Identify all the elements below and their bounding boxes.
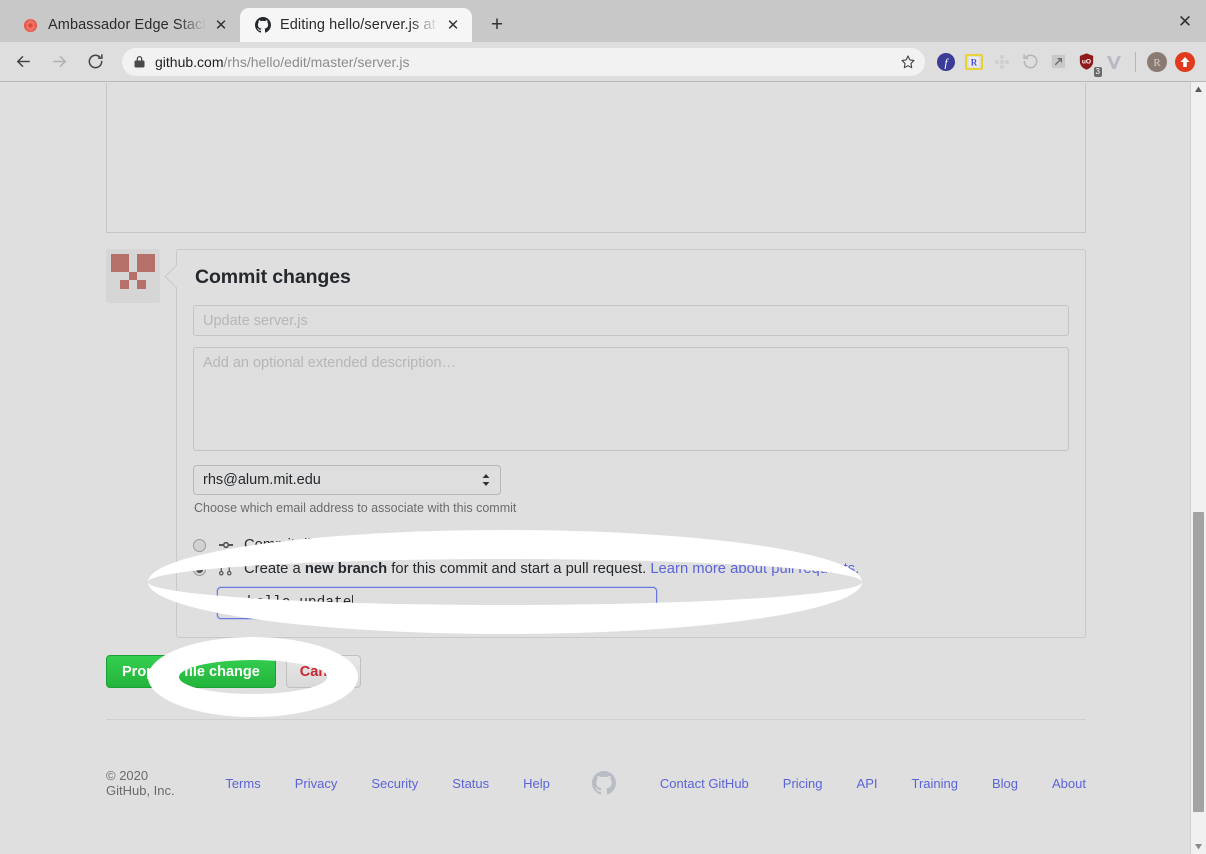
footer-copyright: © 2020 GitHub, Inc.	[106, 768, 175, 798]
commit-description-input[interactable]	[193, 347, 1069, 451]
url-path: /rhs/hello/edit/master/server.js	[223, 53, 410, 70]
github-mark-icon	[591, 771, 616, 795]
browser-toolbar: github.com/rhs/hello/edit/master/server.…	[0, 42, 1206, 82]
lock-icon	[134, 55, 145, 68]
git-commit-icon	[217, 537, 234, 553]
footer-link-about[interactable]: About	[1052, 776, 1086, 791]
file-editor-area[interactable]	[106, 83, 1086, 233]
footer-divider	[106, 719, 1086, 720]
ambassador-logo-icon	[22, 17, 39, 34]
toolbar-divider	[1135, 51, 1136, 72]
browser-tab-github-editing[interactable]: Editing hello/server.js at m ✕	[240, 8, 472, 42]
commit-email-value: rhs@alum.mit.edu	[203, 472, 321, 488]
f-extension-icon[interactable]: f	[933, 49, 959, 75]
browser-window: Ambassador Edge Stack E ✕ Editing hello/…	[0, 0, 1206, 854]
update-extension-icon[interactable]	[1172, 49, 1198, 75]
user-identicon-avatar	[106, 249, 160, 303]
option-text-before: Commit directly to the	[244, 537, 388, 553]
r-extension-icon[interactable]: R	[961, 49, 987, 75]
tab-strip: Ambassador Edge Stack E ✕ Editing hello/…	[0, 0, 1206, 42]
reload-button[interactable]	[80, 47, 110, 77]
github-edit-page: Commit changes rhs@alum.mit.edu Choose w…	[0, 82, 1192, 854]
ublock-origin-icon[interactable]: uO 3	[1073, 49, 1102, 77]
profile-avatar-icon[interactable]: R	[1144, 49, 1170, 75]
address-bar[interactable]: github.com/rhs/hello/edit/master/server.…	[122, 47, 925, 76]
footer-link-training[interactable]: Training	[912, 776, 958, 791]
cancel-button[interactable]: Cancel	[285, 655, 362, 688]
page-viewport: Commit changes rhs@alum.mit.edu Choose w…	[0, 82, 1206, 854]
svg-text:R: R	[971, 57, 978, 67]
resize-extension-icon[interactable]	[1045, 49, 1071, 75]
highlight-ellipse-new-branch-row	[148, 563, 862, 609]
vimium-icon[interactable]	[1101, 49, 1127, 75]
close-icon[interactable]: ✕	[212, 16, 230, 34]
url-host: github.com	[155, 53, 224, 70]
commit-summary-input[interactable]	[193, 305, 1069, 336]
footer-left-links: © 2020 GitHub, Inc. Terms Privacy Securi…	[106, 768, 584, 798]
close-icon[interactable]: ✕	[444, 16, 462, 34]
commit-email-note: Choose which email address to associate …	[194, 501, 517, 515]
forward-button	[44, 47, 74, 77]
svg-text:uO: uO	[1081, 58, 1090, 65]
scrollbar-thumb[interactable]	[1193, 512, 1204, 812]
scroll-down-arrow-icon[interactable]	[1191, 839, 1206, 854]
footer-link-terms[interactable]: Terms	[225, 776, 260, 791]
browser-tab-title: Ambassador Edge Stack E	[48, 17, 206, 33]
radio-commit-directly[interactable]	[193, 538, 206, 552]
footer-link-status[interactable]: Status	[452, 776, 489, 791]
grid-extension-icon[interactable]	[989, 49, 1015, 75]
window-close-button[interactable]: ✕	[1174, 11, 1196, 33]
bookmark-star-icon[interactable]	[895, 49, 921, 75]
page-scrollbar[interactable]	[1190, 82, 1206, 854]
url-text: github.com/rhs/hello/edit/master/server.…	[155, 54, 409, 70]
master-branch-code: master	[391, 537, 447, 554]
page-title: Commit changes	[195, 266, 351, 288]
new-tab-button[interactable]: +	[482, 9, 512, 39]
github-logo-icon	[254, 17, 271, 34]
option-text-after: branch.	[450, 537, 500, 553]
footer-link-security[interactable]: Security	[371, 776, 418, 791]
browser-tab-ambassador[interactable]: Ambassador Edge Stack E ✕	[8, 8, 240, 42]
history-extension-icon[interactable]	[1017, 49, 1043, 75]
page-footer: © 2020 GitHub, Inc. Terms Privacy Securi…	[106, 768, 1086, 798]
scroll-up-arrow-icon[interactable]	[1191, 82, 1206, 97]
commit-email-select[interactable]: rhs@alum.mit.edu	[193, 465, 501, 495]
footer-link-privacy[interactable]: Privacy	[295, 776, 338, 791]
footer-link-pricing[interactable]: Pricing	[783, 776, 823, 791]
footer-link-api[interactable]: API	[857, 776, 878, 791]
option-commit-directly-label: Commit directly to the master branch.	[244, 537, 500, 554]
footer-link-blog[interactable]: Blog	[992, 776, 1018, 791]
propose-file-change-button[interactable]: Propose file change	[106, 655, 276, 688]
browser-tab-title: Editing hello/server.js at m	[280, 17, 438, 33]
commit-actions: Propose file change Cancel	[106, 655, 362, 688]
svg-text:R: R	[1153, 57, 1161, 69]
footer-link-help[interactable]: Help	[523, 776, 550, 791]
option-commit-directly[interactable]: Commit directly to the master branch.	[193, 537, 1069, 554]
extension-toolbar: f R uO 3 R	[933, 49, 1198, 77]
chevron-updown-icon	[481, 473, 491, 487]
footer-right-links: Contact GitHub Pricing API Training Blog…	[660, 776, 1086, 791]
footer-link-contact-github[interactable]: Contact GitHub	[660, 776, 749, 791]
back-button[interactable]	[8, 47, 38, 77]
